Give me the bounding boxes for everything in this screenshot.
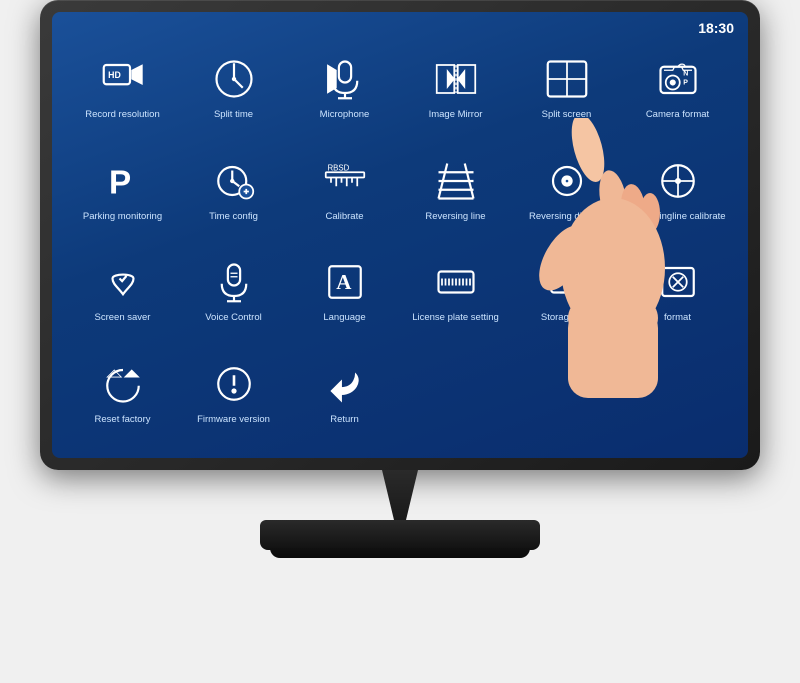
menu-item-time-config-label: Time config [209,211,258,222]
menu-item-screen-saver-label: Screen saver [95,312,151,323]
menu-item-return-label: Return [330,414,359,425]
menu-item-split-time-label: Split time [214,109,253,120]
menu-item-calibrate-label: Calibrate [325,211,363,222]
menu-item-microphone[interactable]: Microphone [289,37,400,139]
return-icon [321,360,369,408]
empty-cell-3 [622,342,733,444]
menu-item-format-label: format [664,312,691,323]
menu-item-reset-factory[interactable]: Reset factory [67,342,178,444]
menu-item-screen-saver[interactable]: Screen saver [67,240,178,342]
microphone-icon [321,55,369,103]
menu-item-storage-info[interactable]: Storage info [511,240,622,342]
svg-text:N: N [683,71,688,78]
monitor-bezel: 18:30 HD Record resolution Split time [40,0,760,470]
language-icon: A [321,258,369,306]
svg-text:RBSD: RBSD [327,163,349,172]
split-time-icon [210,55,258,103]
menu-item-reset-factory-label: Reset factory [95,414,151,425]
menu-item-license-plate[interactable]: License plate setting [400,240,511,342]
reversing-line-icon [432,157,480,205]
reset-factory-icon [99,360,147,408]
menu-item-split-screen-label: Split screen [542,109,592,120]
menu-item-calibrate[interactable]: RBSD Calibrate [289,139,400,241]
menu-item-format[interactable]: format [622,240,733,342]
image-mirror-icon [432,55,480,103]
monitor-neck [370,470,430,520]
storage-info-icon [543,258,591,306]
monitor-base [260,520,540,550]
screen-saver-icon [99,258,147,306]
menu-item-firmware-version-label: Firmware version [197,414,270,425]
svg-text:P: P [683,79,688,86]
reversing-display-icon [543,157,591,205]
menu-item-reversing-line-label: Reversing line [425,211,485,222]
monitor-wrapper: 18:30 HD Record resolution Split time [20,0,780,683]
menu-grid: HD Record resolution Split time Micropho… [52,12,748,458]
menu-item-reversing-display-label: Reversing display [529,211,604,222]
calibrate-icon: RBSD [321,157,369,205]
menu-item-record-resolution-label: Record resolution [85,109,159,120]
parking-monitoring-icon: P [99,157,147,205]
menu-item-time-config[interactable]: Time config [178,139,289,241]
menu-item-reversing-line[interactable]: Reversing line [400,139,511,241]
voice-control-icon [210,258,258,306]
menu-item-reversingline-calibrate[interactable]: Reversingline calibrate [622,139,733,241]
menu-item-license-plate-label: License plate setting [412,312,499,323]
svg-text:A: A [336,270,352,294]
menu-item-parking-monitoring-label: Parking monitoring [83,211,162,222]
license-plate-icon [432,258,480,306]
menu-item-return[interactable]: Return [289,342,400,444]
menu-item-reversing-display[interactable]: Reversing display [511,139,622,241]
svg-text:P: P [109,164,131,201]
menu-item-firmware-version[interactable]: Firmware version [178,342,289,444]
menu-item-language-label: Language [323,312,365,323]
firmware-version-icon [210,360,258,408]
time-config-icon [210,157,258,205]
empty-cell-2 [511,342,622,444]
menu-item-image-mirror-label: Image Mirror [429,109,483,120]
menu-item-split-time[interactable]: Split time [178,37,289,139]
empty-cell-1 [400,342,511,444]
menu-item-storage-info-label: Storage info [541,312,592,323]
menu-item-microphone-label: Microphone [320,109,370,120]
menu-item-voice-control-label: Voice Control [205,312,262,323]
menu-item-voice-control[interactable]: Voice Control [178,240,289,342]
menu-item-split-screen[interactable]: Split screen [511,37,622,139]
format-icon [654,258,702,306]
monitor-screen: 18:30 HD Record resolution Split time [52,12,748,458]
camera-format-icon: N P [654,55,702,103]
menu-item-image-mirror[interactable]: Image Mirror [400,37,511,139]
menu-item-reversingline-calibrate-label: Reversingline calibrate [629,211,725,222]
menu-item-camera-format-label: Camera format [646,109,709,120]
svg-text:HD: HD [108,70,121,80]
split-screen-icon [543,55,591,103]
reversingline-calibrate-icon [654,157,702,205]
menu-item-language[interactable]: A Language [289,240,400,342]
time-display: 18:30 [698,20,734,36]
menu-item-record-resolution[interactable]: HD Record resolution [67,37,178,139]
menu-item-parking-monitoring[interactable]: P Parking monitoring [67,139,178,241]
record-resolution-icon: HD [99,55,147,103]
menu-item-camera-format[interactable]: N P Camera format [622,37,733,139]
